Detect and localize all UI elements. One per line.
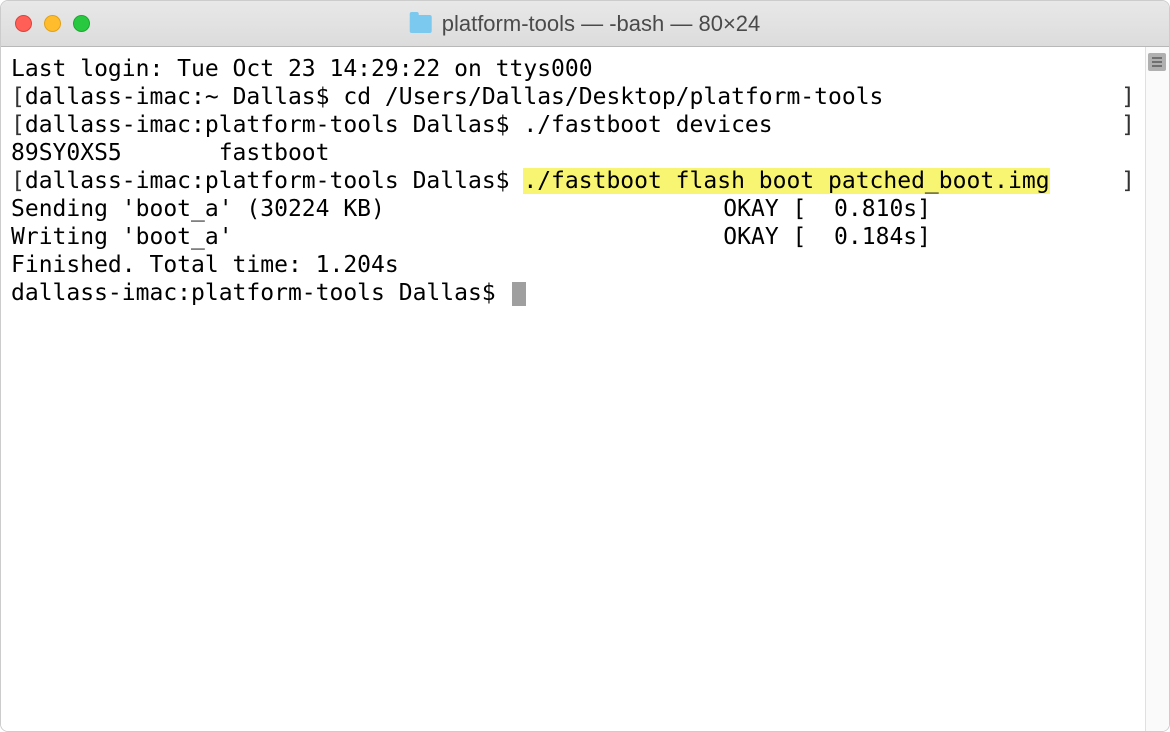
terminal-body: Last login: Tue Oct 23 14:29:22 on ttys0… (1, 47, 1169, 731)
terminal-line: Sending 'boot_a' (30224 KB)OKAY [ 0.810s… (11, 195, 931, 223)
terminal-line: Writing 'boot_a'OKAY [ 0.184s] (11, 223, 931, 251)
terminal-window: platform-tools — -bash — 80×24 Last logi… (0, 0, 1170, 732)
traffic-lights (15, 15, 90, 32)
window-title-area: platform-tools — -bash — 80×24 (410, 11, 761, 37)
terminal-line: Finished. Total time: 1.204s (11, 251, 1135, 279)
terminal-line: [dallass-imac:platform-tools Dallas$ ./f… (11, 167, 1135, 195)
titlebar[interactable]: platform-tools — -bash — 80×24 (1, 1, 1169, 47)
window-title: platform-tools — -bash — 80×24 (442, 11, 761, 37)
close-button[interactable] (15, 15, 32, 32)
minimize-button[interactable] (44, 15, 61, 32)
terminal-line: Last login: Tue Oct 23 14:29:22 on ttys0… (11, 55, 1135, 83)
terminal-line: [dallass-imac:~ Dallas$ cd /Users/Dallas… (11, 83, 1135, 111)
terminal-line: 89SY0XS5 fastboot (11, 139, 1135, 167)
terminal-content[interactable]: Last login: Tue Oct 23 14:29:22 on ttys0… (1, 47, 1145, 731)
maximize-button[interactable] (73, 15, 90, 32)
terminal-line: [dallass-imac:platform-tools Dallas$ ./f… (11, 111, 1135, 139)
cursor-icon (512, 282, 526, 306)
highlighted-command: ./fastboot flash boot patched_boot.img (523, 168, 1049, 194)
terminal-prompt-line: dallass-imac:platform-tools Dallas$ (11, 279, 1135, 307)
scroll-indicator-icon[interactable] (1148, 53, 1166, 71)
scrollbar[interactable] (1145, 47, 1169, 731)
folder-icon (410, 15, 432, 33)
